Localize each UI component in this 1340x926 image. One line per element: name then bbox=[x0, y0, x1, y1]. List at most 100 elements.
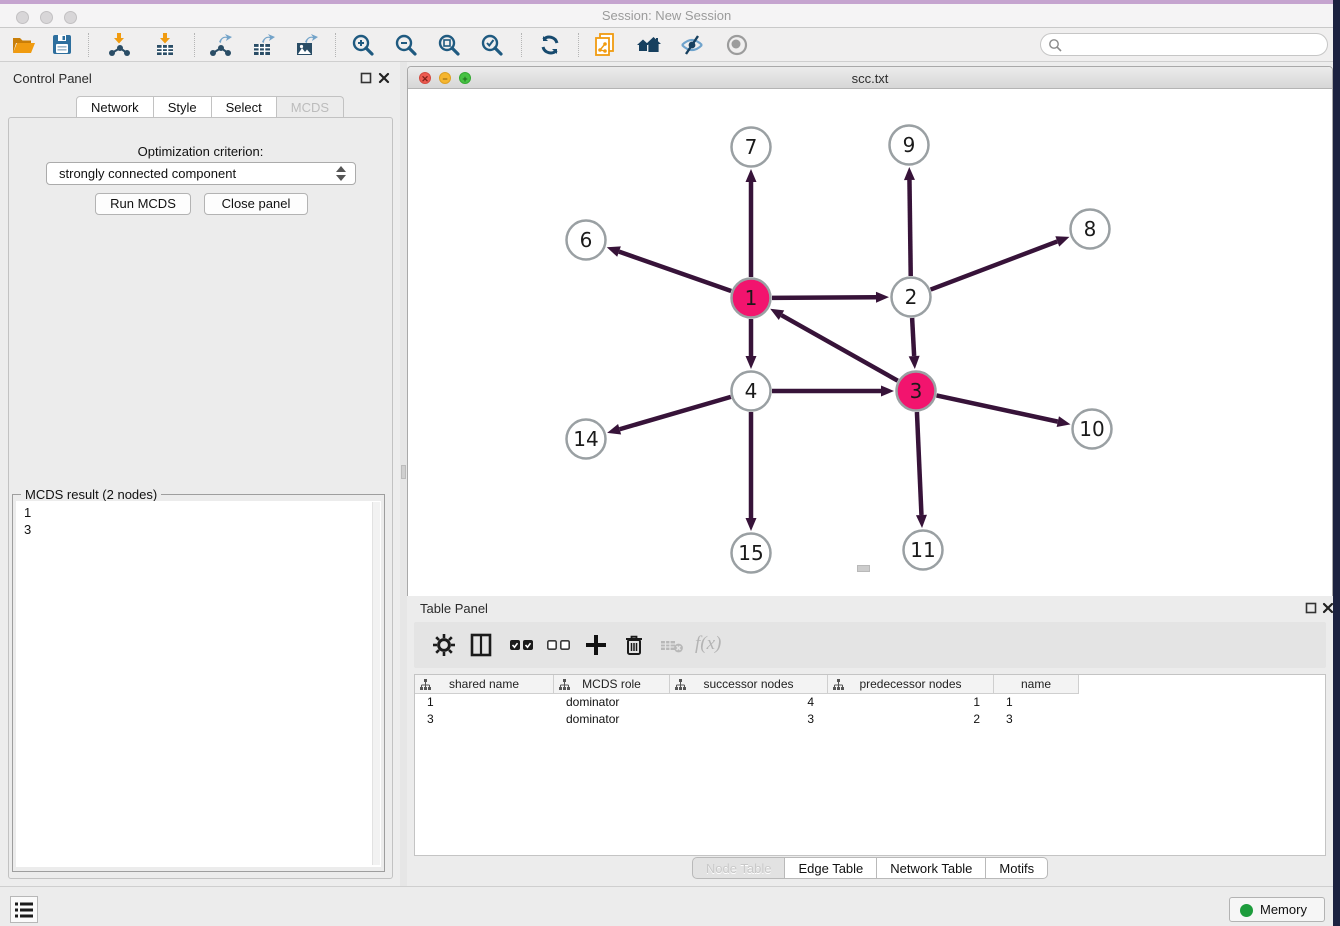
tab-node-table[interactable]: Node Table bbox=[692, 857, 786, 879]
memory-button[interactable]: Memory bbox=[1229, 897, 1325, 922]
graph-edge-arrowhead bbox=[909, 356, 920, 369]
criterion-value: strongly connected component bbox=[59, 166, 236, 181]
memory-label: Memory bbox=[1260, 902, 1307, 917]
graph-edge-1-6[interactable] bbox=[619, 252, 731, 291]
graph-edge-1-2[interactable] bbox=[772, 297, 876, 298]
graph-edge-4-14[interactable] bbox=[620, 397, 731, 429]
home-neighbors-icon[interactable] bbox=[635, 32, 661, 58]
graph-edge-2-9[interactable] bbox=[909, 180, 910, 276]
column-header-shared-name[interactable]: shared name bbox=[415, 675, 554, 694]
select-all-icon[interactable] bbox=[508, 633, 536, 657]
column-header-name[interactable]: name bbox=[994, 675, 1079, 694]
tree-icon bbox=[420, 679, 431, 691]
table-cell[interactable]: 3 bbox=[994, 711, 1079, 728]
mcds-result-text[interactable]: 1 3 bbox=[16, 501, 381, 867]
table-float-icon[interactable] bbox=[1305, 602, 1317, 614]
tab-network[interactable]: Network bbox=[76, 96, 154, 118]
import-table-icon[interactable] bbox=[152, 32, 178, 58]
table-cell[interactable]: dominator bbox=[554, 711, 670, 728]
column-header-label: MCDS role bbox=[582, 677, 641, 691]
graph-edge-arrowhead bbox=[746, 518, 757, 531]
table-row[interactable]: 3dominator323 bbox=[415, 711, 1079, 728]
graph-node-label: 10 bbox=[1079, 417, 1104, 441]
toolbar-separator bbox=[521, 33, 522, 57]
close-panel-button[interactable]: Close panel bbox=[204, 193, 308, 215]
graph-node-label: 2 bbox=[905, 285, 918, 309]
table-cell[interactable]: 2 bbox=[828, 711, 994, 728]
tab-mcds[interactable]: MCDS bbox=[277, 96, 344, 118]
control-panel: Control Panel Network Style Select MCDS … bbox=[0, 62, 400, 886]
tab-style[interactable]: Style bbox=[154, 96, 212, 118]
search-input[interactable] bbox=[1067, 36, 1317, 53]
delete-row-trash-icon[interactable] bbox=[622, 633, 646, 657]
close-panel-icon[interactable] bbox=[378, 72, 390, 84]
list-icon bbox=[14, 901, 34, 919]
export-table-icon[interactable] bbox=[250, 32, 276, 58]
network-view-window: ✕ − + scc.txt 7968124314101511 bbox=[407, 66, 1333, 596]
splitter-grip[interactable] bbox=[401, 465, 406, 479]
table-row[interactable]: 1dominator411 bbox=[415, 694, 1079, 711]
mcds-result-title: MCDS result (2 nodes) bbox=[21, 487, 161, 502]
delete-table-icon[interactable] bbox=[659, 633, 685, 657]
table-cell[interactable]: dominator bbox=[554, 694, 670, 711]
hide-selected-eye-icon[interactable] bbox=[679, 32, 705, 58]
add-row-icon[interactable] bbox=[584, 633, 608, 657]
panel-splitter[interactable] bbox=[400, 62, 407, 886]
result-scrollbar[interactable] bbox=[372, 502, 380, 865]
zoom-in-icon[interactable] bbox=[350, 32, 376, 58]
tab-network-table[interactable]: Network Table bbox=[877, 857, 986, 879]
zoom-fit-icon[interactable] bbox=[436, 32, 462, 58]
table-cell[interactable]: 3 bbox=[670, 711, 828, 728]
deselect-all-icon[interactable] bbox=[545, 633, 573, 657]
graph-edge-arrowhead bbox=[904, 167, 915, 180]
network-resize-grip[interactable] bbox=[857, 565, 870, 572]
show-all-eye-icon[interactable] bbox=[724, 32, 750, 58]
table-options-gear-icon[interactable] bbox=[432, 633, 456, 657]
graph-edge-3-1[interactable] bbox=[781, 315, 897, 381]
zoom-out-icon[interactable] bbox=[393, 32, 419, 58]
column-header-MCDS-role[interactable]: MCDS role bbox=[554, 675, 670, 694]
graph-edge-arrowhead bbox=[876, 292, 889, 303]
table-cell[interactable]: 1 bbox=[994, 694, 1079, 711]
table-cell[interactable]: 1 bbox=[828, 694, 994, 711]
export-image-icon[interactable] bbox=[293, 32, 319, 58]
table-panel-title: Table Panel bbox=[420, 601, 488, 616]
column-header-successor-nodes[interactable]: successor nodes bbox=[670, 675, 828, 694]
optimization-criterion-label: Optimization criterion: bbox=[9, 144, 392, 159]
clone-network-icon[interactable] bbox=[592, 32, 618, 58]
node-table: shared name MCDS role successor nodesprede… bbox=[414, 674, 1326, 856]
toolbar-separator bbox=[578, 33, 579, 57]
show-column-icon[interactable] bbox=[469, 633, 493, 657]
criterion-dropdown[interactable]: strongly connected component bbox=[46, 162, 356, 185]
result-line: 1 bbox=[24, 504, 373, 521]
graph-edge-2-8[interactable] bbox=[931, 241, 1058, 289]
graph-edge-2-3[interactable] bbox=[912, 318, 914, 356]
tab-select[interactable]: Select bbox=[212, 96, 277, 118]
import-network-icon[interactable] bbox=[106, 32, 132, 58]
table-cell[interactable]: 1 bbox=[415, 694, 554, 711]
run-mcds-button[interactable]: Run MCDS bbox=[95, 193, 191, 215]
graph-edge-3-10[interactable] bbox=[937, 395, 1058, 421]
search-field[interactable] bbox=[1040, 33, 1328, 56]
desktop-background bbox=[1333, 0, 1340, 926]
export-network-icon[interactable] bbox=[207, 32, 233, 58]
network-canvas[interactable]: 7968124314101511 bbox=[408, 89, 1332, 596]
graph-edge-3-11[interactable] bbox=[917, 412, 922, 515]
function-builder-icon[interactable]: f(x) bbox=[695, 633, 721, 657]
column-header-predecessor-nodes[interactable]: predecessor nodes bbox=[828, 675, 994, 694]
tab-edge-table[interactable]: Edge Table bbox=[785, 857, 877, 879]
mcds-panel: Optimization criterion: strongly connect… bbox=[8, 117, 393, 879]
table-cell[interactable]: 3 bbox=[415, 711, 554, 728]
graph-node-label: 1 bbox=[745, 286, 758, 310]
table-cell[interactable]: 4 bbox=[670, 694, 828, 711]
save-session-icon[interactable] bbox=[49, 32, 75, 58]
task-history-button[interactable] bbox=[10, 896, 38, 923]
open-session-icon[interactable] bbox=[10, 32, 36, 58]
tab-motifs[interactable]: Motifs bbox=[986, 857, 1048, 879]
float-panel-icon[interactable] bbox=[360, 72, 372, 84]
tree-icon bbox=[559, 679, 570, 691]
zoom-selected-icon[interactable] bbox=[479, 32, 505, 58]
refresh-view-icon[interactable] bbox=[537, 32, 563, 58]
toolbar-separator bbox=[194, 33, 195, 57]
status-bar: Memory bbox=[0, 886, 1333, 926]
